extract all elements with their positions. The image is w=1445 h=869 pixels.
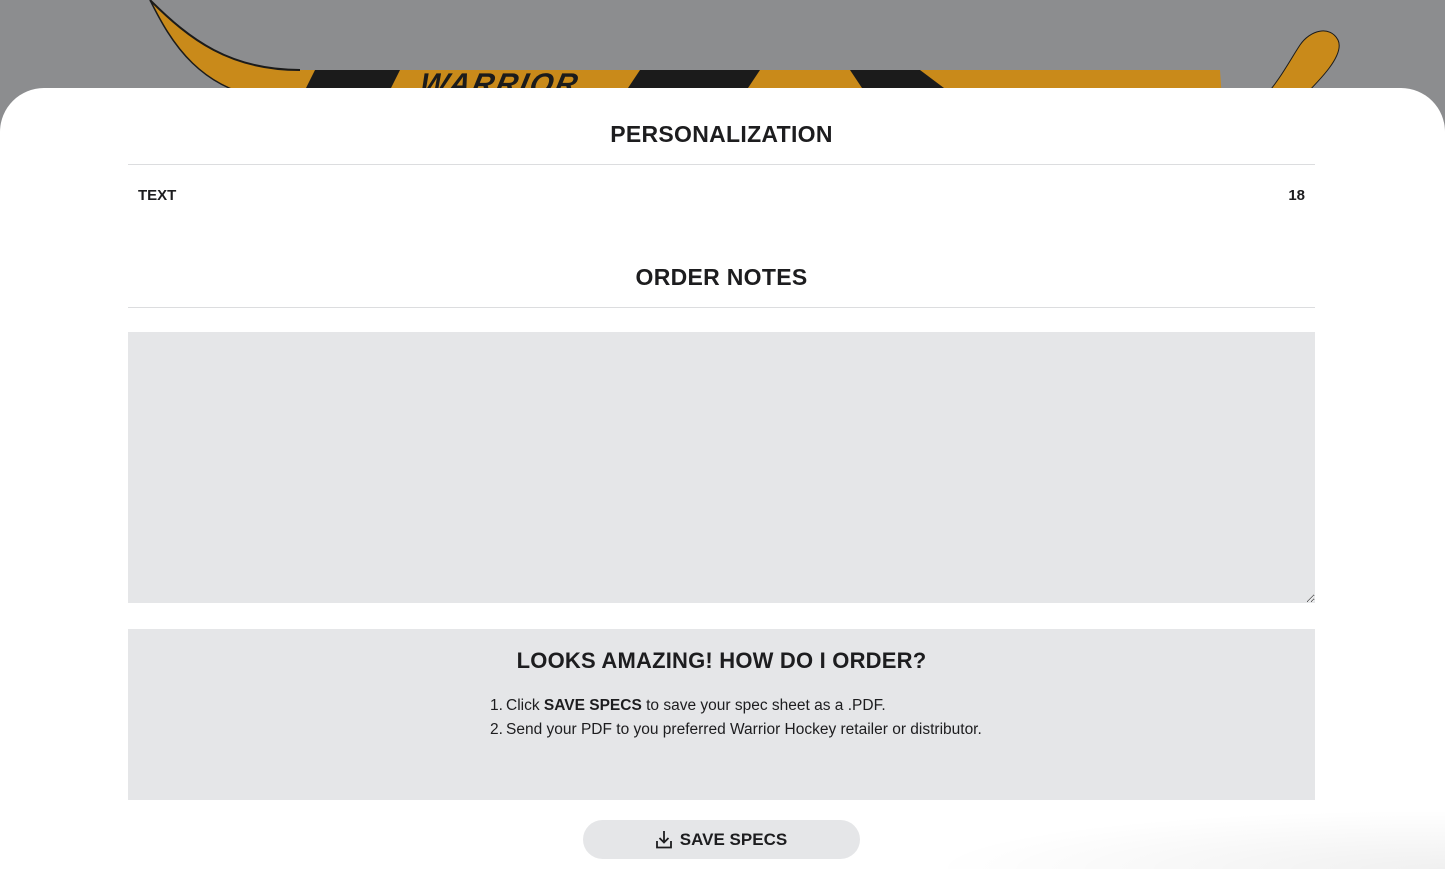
- spec-panel: PERSONALIZATION TEXT 18 ORDER NOTES LOOK…: [0, 88, 1445, 869]
- how-to-order-box: LOOKS AMAZING! HOW DO I ORDER? 1. Click S…: [128, 629, 1315, 800]
- personalization-row-label: TEXT: [138, 186, 177, 204]
- personalization-title: PERSONALIZATION: [610, 121, 833, 147]
- how-to-order-title: LOOKS AMAZING! HOW DO I ORDER?: [516, 648, 927, 673]
- how-to-order-step: 1. Click SAVE SPECS to save your spec she…: [490, 697, 886, 714]
- personalization-divider: [128, 164, 1315, 165]
- order-notes-title: ORDER NOTES: [635, 264, 808, 290]
- save-specs-button[interactable]: SAVE SPECS: [583, 820, 860, 859]
- personalization-section: PERSONALIZATION: [128, 121, 1315, 148]
- corner-shadow: [925, 809, 1445, 869]
- personalization-row-text: TEXT 18: [128, 185, 1315, 205]
- how-to-order-steps: 1. Click SAVE SPECS to save your spec she…: [490, 694, 986, 742]
- order-notes-section: ORDER NOTES: [128, 264, 1315, 291]
- download-icon: [655, 830, 672, 849]
- save-specs-label: SAVE SPECS: [679, 829, 788, 849]
- order-notes-divider: [128, 307, 1315, 308]
- how-to-order-step: 2. Send your PDF to you preferred Warrior…: [490, 721, 982, 738]
- personalization-row-value: 18: [1288, 186, 1305, 204]
- order-notes-input[interactable]: [128, 332, 1315, 603]
